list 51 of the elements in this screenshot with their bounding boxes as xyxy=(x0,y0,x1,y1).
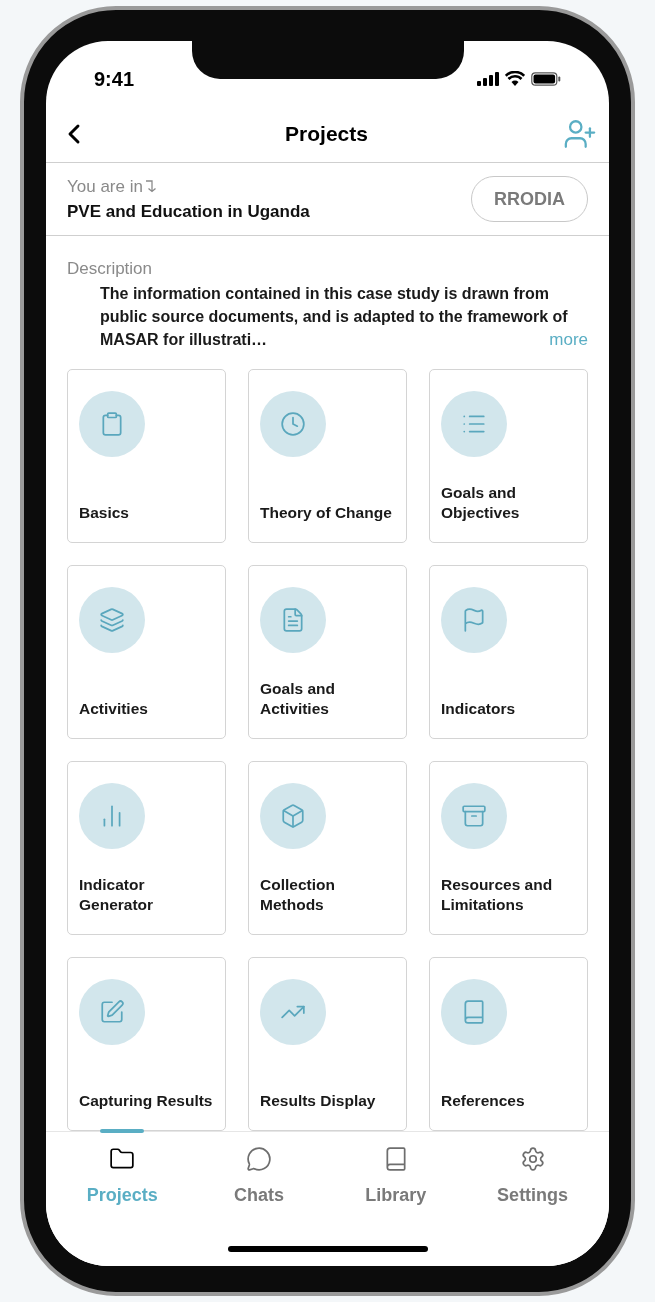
document-icon xyxy=(280,606,306,633)
tab-item[interactable]: Settings xyxy=(464,1132,601,1266)
section-card[interactable]: Capturing Results xyxy=(67,956,226,1131)
clock-icon xyxy=(280,410,306,437)
edit-icon xyxy=(99,998,125,1025)
card-label: Capturing Results xyxy=(79,1090,214,1111)
turn-down-arrow-icon xyxy=(144,179,157,194)
page-title: Projects xyxy=(285,121,368,148)
folder-icon xyxy=(109,1146,136,1172)
section-card[interactable]: Goals and Activities xyxy=(248,564,407,739)
clipboard-icon xyxy=(99,410,125,437)
context-label: You are in xyxy=(67,175,143,198)
section-card[interactable]: Indicator Generator xyxy=(67,760,226,935)
description-label: Description xyxy=(67,258,154,280)
card-label: Basics xyxy=(79,502,130,523)
signal-icon xyxy=(477,71,499,86)
card-label: Theory of Change xyxy=(260,502,393,523)
card-label: Resources and Limitations xyxy=(441,874,554,915)
add-user-icon xyxy=(563,117,597,151)
selected-tab-indicator xyxy=(100,1129,145,1133)
card-label: Goals and Objectives xyxy=(441,482,521,523)
section-card[interactable]: References xyxy=(429,956,588,1131)
section-card[interactable]: Activities xyxy=(67,564,226,739)
wifi-icon xyxy=(505,71,525,86)
section-card[interactable]: Results Display xyxy=(248,956,407,1131)
section-card[interactable]: Goals and Objectives xyxy=(429,368,588,543)
card-label: Activities xyxy=(79,698,149,719)
tab-item[interactable]: Chats xyxy=(190,1132,328,1266)
archive-box-icon xyxy=(461,802,487,829)
cube-icon xyxy=(280,802,306,829)
section-card[interactable]: Collection Methods xyxy=(248,760,407,935)
description-text: The information contained in this case study is drawn from public source documents, and is adapted to the framework of MASAR for illustrati… more xyxy=(99,283,588,351)
section-card[interactable]: Indicators xyxy=(429,564,588,739)
layers-icon xyxy=(99,606,125,633)
chat-bubble-icon xyxy=(246,1146,273,1172)
flag-icon xyxy=(461,606,487,633)
battery-icon xyxy=(531,71,561,86)
card-label: Collection Methods xyxy=(260,874,336,915)
section-card[interactable]: Theory of Change xyxy=(248,368,407,543)
card-label: Goals and Activities xyxy=(260,678,336,719)
section-card[interactable]: Basics xyxy=(67,368,226,543)
card-label: Indicator Generator xyxy=(79,874,155,915)
status-time: 9:41 xyxy=(94,66,135,92)
card-label: References xyxy=(441,1090,526,1111)
tab-item[interactable]: Library xyxy=(327,1132,465,1266)
section-card[interactable]: Resources and Limitations xyxy=(429,760,588,935)
card-label: Results Display xyxy=(260,1090,377,1111)
book-icon xyxy=(461,998,487,1025)
card-label: Indicators xyxy=(441,698,517,719)
settings-icon xyxy=(519,1146,546,1172)
project-name: PVE and Education in Uganda xyxy=(67,201,310,223)
